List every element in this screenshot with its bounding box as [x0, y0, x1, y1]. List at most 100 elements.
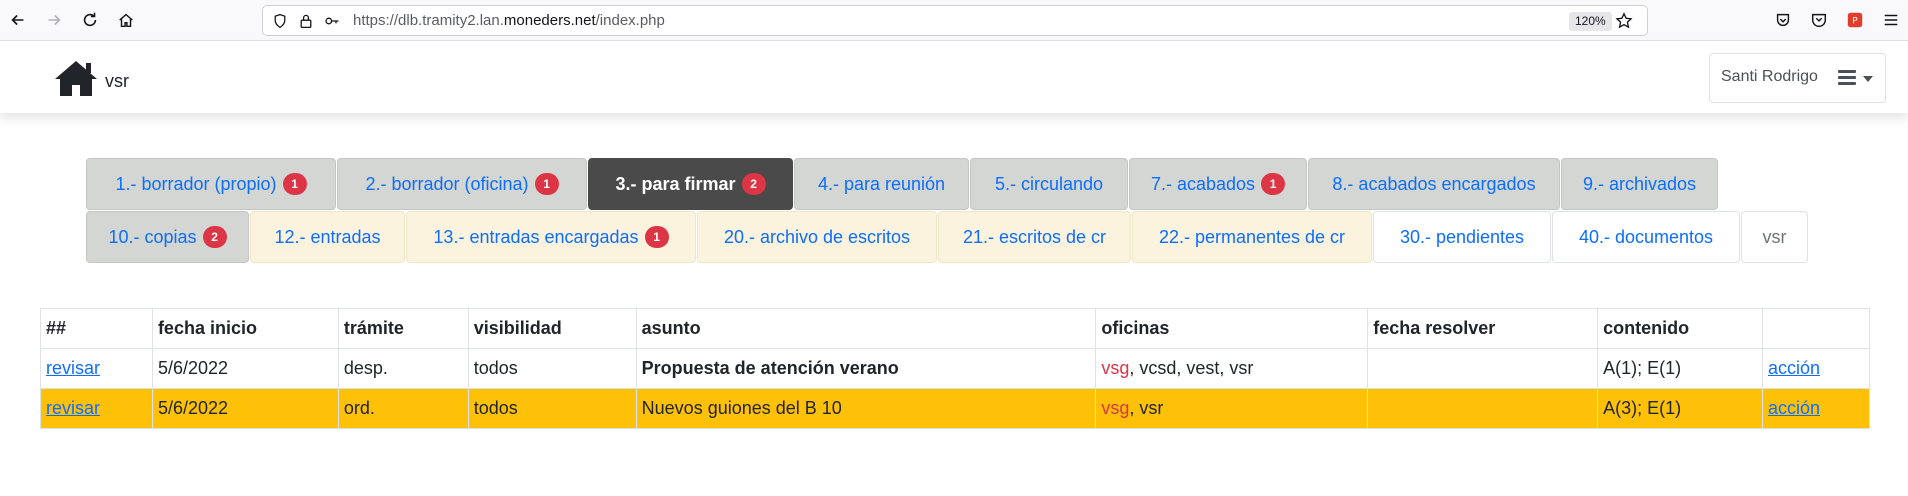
column-header: fecha inicio	[151, 308, 339, 349]
tab-label: 30.- pendientes	[1399, 226, 1525, 247]
accion-link[interactable]: acción	[1768, 398, 1820, 418]
tab-acabados-encargados[interactable]: 8.- acabados encargados	[1308, 158, 1560, 210]
user-name: Santi Rodrigo	[1721, 68, 1818, 85]
tab-vsr[interactable]: vsr	[1741, 211, 1808, 263]
tab-entradas[interactable]: 12.- entradas	[250, 211, 405, 263]
tab-pendientes[interactable]: 30.- pendientes	[1373, 211, 1551, 263]
home-icon[interactable]	[53, 58, 99, 98]
home-page-icon[interactable]	[114, 8, 138, 32]
cell-asunto: Nuevos guiones del B 10	[635, 388, 1097, 429]
cell-asunto: Propuesta de atención verano	[635, 348, 1097, 389]
url-text[interactable]: https://dlb.tramity2.lan.moneders.net/in…	[353, 12, 665, 29]
cell-visibilidad: todos	[467, 388, 637, 429]
cell-contenido: A(1); E(1)	[1597, 348, 1763, 389]
cell-oficinas: vsg, vsr	[1095, 388, 1369, 429]
tabs-row-1: 1.- borrador (propio) 1 2.- borrador (ofi…	[86, 158, 1719, 210]
bookmark-star-icon[interactable]	[1615, 12, 1633, 30]
revisar-link[interactable]: revisar	[46, 398, 100, 418]
cell-fecha-inicio: 5/6/2022	[151, 348, 339, 389]
shield-icon[interactable]	[271, 12, 289, 30]
column-header: asunto	[635, 308, 1097, 349]
reload-icon[interactable]	[78, 8, 102, 32]
url-prefix: https://dlb.tramity2.lan.	[353, 12, 504, 29]
tab-label: vsr	[1762, 226, 1787, 247]
oficina-main: vsg	[1101, 358, 1130, 378]
count-badge: 1	[534, 173, 559, 195]
brand-label[interactable]: vsr	[105, 71, 129, 92]
cell-contenido: A(3); E(1)	[1597, 388, 1763, 429]
accion-link[interactable]: acción	[1768, 358, 1820, 378]
tab-label: 20.- archivo de escritos	[723, 226, 911, 247]
browser-toolbar: https://dlb.tramity2.lan.moneders.net/in…	[0, 0, 1908, 41]
cell-accion: acción	[1762, 348, 1870, 389]
tab-label: 8.- acabados encargados	[1332, 173, 1536, 194]
tab-para-reunion[interactable]: 4.- para reunión	[794, 158, 969, 210]
svg-text:P: P	[1852, 17, 1858, 27]
tab-copias[interactable]: 10.- copias 2	[86, 211, 249, 263]
lock-icon[interactable]	[297, 12, 315, 30]
tab-borrador-oficina[interactable]: 2.- borrador (oficina) 1	[337, 158, 587, 210]
cell-link: revisar	[40, 388, 153, 429]
oficinas-rest: , vsr	[1129, 398, 1164, 418]
cell-fecha-resolver	[1367, 348, 1599, 389]
forward-icon[interactable]	[42, 8, 66, 32]
pocket-icon[interactable]	[1808, 9, 1830, 31]
tab-label: 7.- acabados	[1150, 173, 1256, 194]
cell-fecha-resolver	[1367, 388, 1599, 429]
tab-label: 21.- escritos de cr	[962, 226, 1107, 247]
table-header-row: ## fecha inicio trámite visibilidad asun…	[40, 308, 1870, 349]
tab-escritos-de-cr[interactable]: 21.- escritos de cr	[938, 211, 1131, 263]
tab-label: 9.- archivados	[1582, 173, 1697, 194]
cell-tramite: ord.	[337, 388, 469, 429]
tab-acabados[interactable]: 7.- acabados 1	[1129, 158, 1307, 210]
app-navbar: vsr Santi Rodrigo	[0, 41, 1908, 113]
count-badge: 2	[202, 226, 227, 248]
cell-accion: acción	[1762, 388, 1870, 429]
caret-down-icon	[1863, 76, 1873, 82]
cell-link: revisar	[40, 348, 153, 389]
save-to-pocket-icon[interactable]	[1772, 9, 1794, 31]
oficina-main: vsg	[1101, 398, 1130, 418]
tab-borrador-propio[interactable]: 1.- borrador (propio) 1	[86, 158, 336, 210]
column-header: ##	[40, 308, 153, 349]
table-row: revisar 5/6/2022 ord. todos Nuevos guion…	[40, 388, 1870, 429]
column-header: contenido	[1597, 308, 1763, 349]
tab-circulando[interactable]: 5.- circulando	[970, 158, 1128, 210]
column-header	[1762, 308, 1870, 349]
back-icon[interactable]	[6, 8, 30, 32]
hamburger-icon	[1838, 70, 1856, 86]
revisar-link[interactable]: revisar	[46, 358, 100, 378]
tab-label: 13.- entradas encargadas	[433, 226, 639, 247]
app-menu-icon[interactable]	[1880, 9, 1902, 31]
tab-label: 22.- permanentes de cr	[1158, 226, 1346, 247]
count-badge: 1	[1261, 173, 1286, 195]
url-path: /index.php	[595, 12, 665, 29]
cell-tramite: desp.	[337, 348, 469, 389]
tab-label: 2.- borrador (oficina)	[365, 173, 529, 194]
tab-archivados[interactable]: 9.- archivados	[1561, 158, 1718, 210]
column-header: trámite	[337, 308, 469, 349]
tab-documentos[interactable]: 40.- documentos	[1552, 211, 1740, 263]
expedientes-table: ## fecha inicio trámite visibilidad asun…	[40, 308, 1870, 429]
table-row: revisar 5/6/2022 desp. todos Propuesta d…	[40, 348, 1870, 389]
key-icon[interactable]	[323, 12, 341, 30]
cell-visibilidad: todos	[467, 348, 637, 389]
user-menu-button[interactable]: Santi Rodrigo	[1709, 53, 1886, 103]
tab-permanentes-de-cr[interactable]: 22.- permanentes de cr	[1132, 211, 1372, 263]
tab-label: 12.- entradas	[274, 226, 381, 247]
cell-fecha-inicio: 5/6/2022	[151, 388, 339, 429]
zoom-level-badge[interactable]: 120%	[1569, 12, 1612, 31]
count-badge: 1	[644, 226, 669, 248]
tab-label: 3.- para firmar	[615, 173, 736, 194]
tab-archivo-de-escritos[interactable]: 20.- archivo de escritos	[697, 211, 937, 263]
tab-para-firmar[interactable]: 3.- para firmar 2	[588, 158, 793, 210]
tab-label: 1.- borrador (propio)	[115, 173, 277, 194]
tab-label: 5.- circulando	[994, 173, 1104, 194]
column-header: visibilidad	[467, 308, 637, 349]
column-header: oficinas	[1095, 308, 1369, 349]
tab-entradas-encargadas[interactable]: 13.- entradas encargadas 1	[406, 211, 696, 263]
address-bar[interactable]: https://dlb.tramity2.lan.moneders.net/in…	[262, 5, 1648, 36]
url-host: moneders.net	[503, 12, 596, 29]
cell-oficinas: vsg, vcsd, vest, vsr	[1095, 348, 1369, 389]
extension-icon[interactable]: P	[1844, 9, 1866, 31]
